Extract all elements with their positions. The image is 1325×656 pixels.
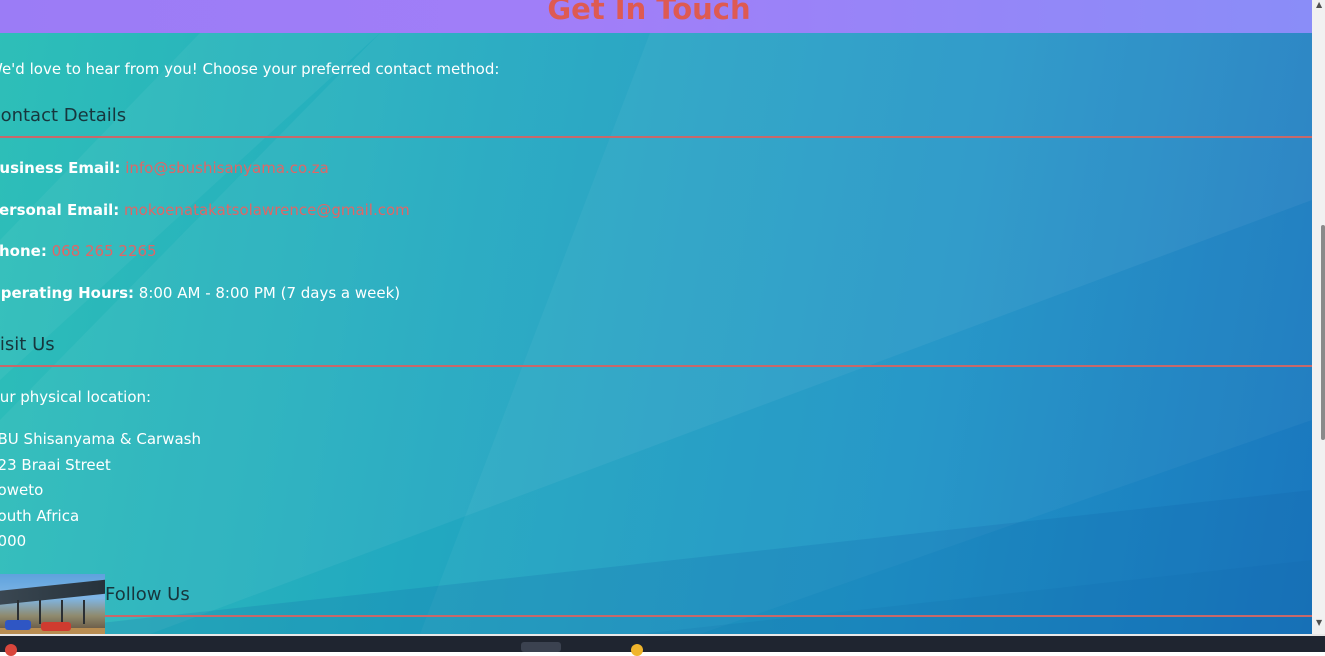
personal-email-label: Personal Email: bbox=[0, 201, 120, 219]
contact-divider bbox=[0, 136, 1312, 138]
up-arrow-icon[interactable]: ▲ bbox=[1316, 0, 1322, 9]
hours-row: Operating Hours: 8:00 AM - 8:00 PM (7 da… bbox=[0, 284, 400, 302]
address-line: Soweto bbox=[0, 481, 44, 500]
shisanyama-photo bbox=[0, 574, 105, 634]
browser-icon[interactable] bbox=[5, 644, 17, 656]
intro-text: We'd love to hear from you! Choose your … bbox=[0, 60, 500, 78]
contact-details-heading: Contact Details bbox=[0, 105, 127, 126]
address-line: South Africa bbox=[0, 506, 80, 525]
business-email-label: Business Email: bbox=[0, 159, 121, 177]
phone-link[interactable]: 068 265 2265 bbox=[52, 242, 157, 260]
visit-us-heading: Visit Us bbox=[0, 334, 55, 355]
taskbar bbox=[0, 634, 1325, 656]
hours-label: Operating Hours: bbox=[0, 284, 134, 302]
scrollbar-thumb[interactable] bbox=[1321, 225, 1325, 440]
follow-us-heading: Follow Us bbox=[105, 584, 190, 605]
address-block: SBU Shisanyama & Carwash 123 Braai Stree… bbox=[0, 427, 201, 555]
visit-divider bbox=[0, 365, 1312, 367]
business-email-link[interactable]: info@sbushisanyama.co.za bbox=[125, 159, 329, 177]
address-line: 2000 bbox=[0, 532, 27, 551]
phone-label: Phone: bbox=[0, 242, 47, 260]
location-intro: Our physical location: bbox=[0, 388, 152, 406]
hours-value: 8:00 AM - 8:00 PM (7 days a week) bbox=[138, 284, 401, 302]
page-title: Get In Touch bbox=[547, 0, 751, 26]
address-line: 123 Braai Street bbox=[0, 455, 111, 474]
header-band: Get In Touch bbox=[0, 0, 1312, 33]
down-arrow-icon[interactable]: ▼ bbox=[1316, 618, 1322, 627]
phone-row: Phone: 068 265 2265 bbox=[0, 242, 157, 260]
page-viewport: Get In Touch We'd love to hear from you!… bbox=[0, 0, 1325, 634]
follow-divider bbox=[105, 615, 1312, 617]
window-icon[interactable] bbox=[521, 642, 561, 652]
personal-email-link[interactable]: mokoenatakatsolawrence@gmail.com bbox=[124, 201, 410, 219]
app-icon[interactable] bbox=[631, 644, 643, 656]
address-line: SBU Shisanyama & Carwash bbox=[0, 430, 201, 448]
business-email-row: Business Email: info@sbushisanyama.co.za bbox=[0, 159, 329, 177]
personal-email-row: Personal Email: mokoenatakatsolawrence@g… bbox=[0, 201, 410, 219]
